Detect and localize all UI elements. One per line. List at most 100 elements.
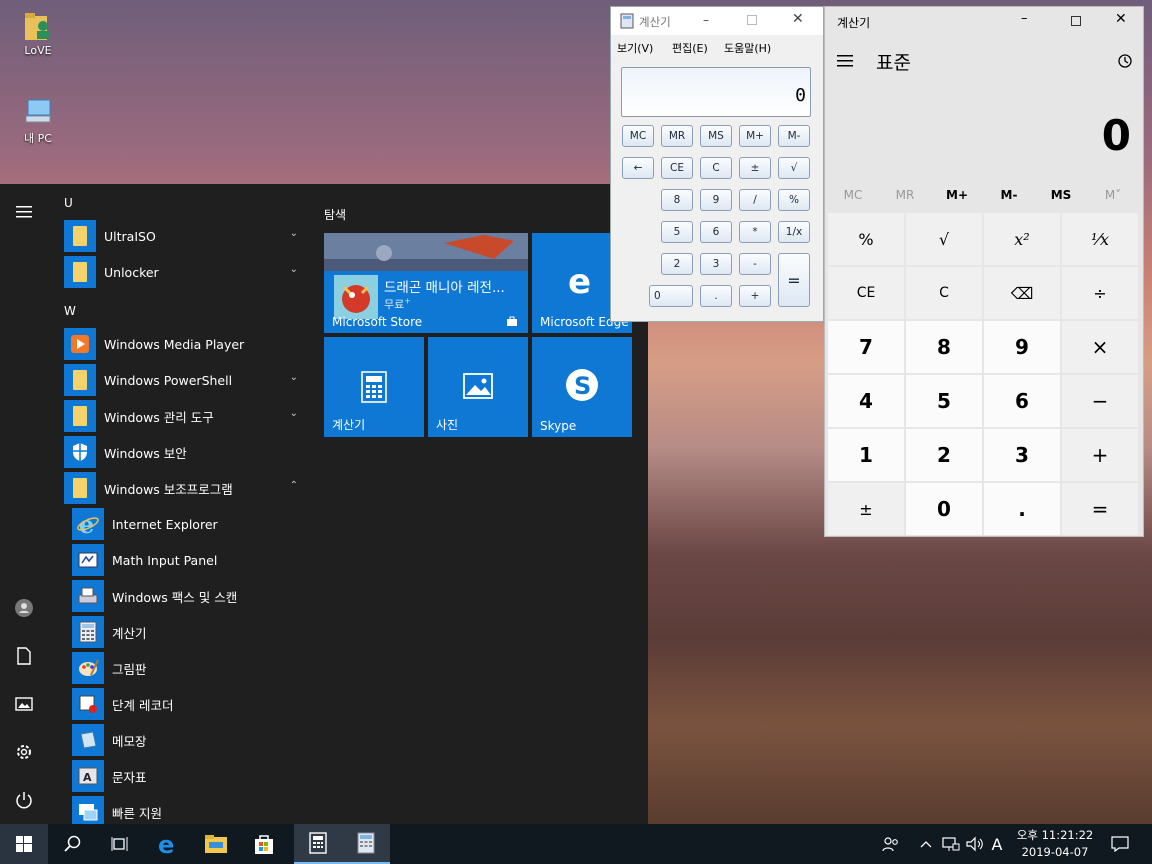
key-percent[interactable]: % [828, 213, 904, 265]
app-quick-assist[interactable]: 빠른 지원 [72, 794, 304, 824]
power-icon[interactable] [0, 780, 48, 820]
memory-list[interactable]: M˅ [1088, 188, 1138, 202]
app-windows-security[interactable]: Windows 보안 [64, 434, 304, 470]
taskbar-store[interactable] [240, 824, 288, 864]
key-0[interactable]: 0 [906, 483, 982, 535]
memory-add[interactable]: M+ [932, 188, 982, 202]
app-calculator[interactable]: 계산기 [72, 614, 304, 650]
tile-calculator[interactable]: 계산기 [324, 337, 424, 437]
key-m-plus[interactable]: M+ [739, 125, 771, 147]
maximize-button[interactable] [747, 15, 757, 25]
app-steps-recorder[interactable]: 단계 레코더 [72, 686, 304, 722]
key-c[interactable]: C [700, 157, 732, 179]
key-4[interactable]: 4 [828, 375, 904, 427]
classic-calculator-window[interactable]: 계산기 – ✕ 보기(V) 편집(E) 도움말(H) 0 MC MR MS M+… [610, 6, 824, 322]
pictures-icon[interactable] [0, 684, 48, 724]
key-clear[interactable]: C [906, 267, 982, 319]
app-windows-admin-tools[interactable]: Windows 관리 도구 ⌄ [64, 398, 304, 434]
key-3[interactable]: 3 [700, 253, 732, 275]
key-2[interactable]: 2 [906, 429, 982, 481]
memory-store[interactable]: MS [1036, 188, 1086, 202]
close-button[interactable]: ✕ [1115, 11, 1127, 27]
key-mr[interactable]: MR [661, 125, 693, 147]
memory-recall[interactable]: MR [880, 188, 930, 202]
memory-subtract[interactable]: M- [984, 188, 1034, 202]
key-0[interactable]: 0 [649, 285, 693, 307]
key-1[interactable]: 1 [828, 429, 904, 481]
key-reciprocal[interactable]: ¹⁄x [1062, 213, 1138, 265]
key-multiply[interactable]: × [1062, 321, 1138, 373]
key-m-minus[interactable]: M- [778, 125, 810, 147]
taskbar-calculator[interactable] [294, 824, 342, 864]
hamburger-icon[interactable] [837, 55, 853, 67]
app-windows-accessories[interactable]: Windows 보조프로그램 ⌃ [64, 470, 304, 506]
close-button[interactable]: ✕ [792, 11, 804, 27]
key-mc[interactable]: MC [622, 125, 654, 147]
key-decimal[interactable]: . [984, 483, 1060, 535]
maximize-button[interactable] [1071, 16, 1081, 26]
menu-view[interactable]: 보기(V) [617, 40, 653, 56]
show-hidden-icons-button[interactable] [916, 824, 936, 864]
key-square[interactable]: x² [984, 213, 1060, 265]
taskbar-edge[interactable]: e [144, 824, 192, 864]
network-button[interactable] [940, 824, 962, 864]
app-windows-powershell[interactable]: Windows PowerShell ⌄ [64, 362, 304, 398]
history-icon[interactable] [1117, 53, 1133, 69]
key-ce[interactable]: CE [661, 157, 693, 179]
documents-icon[interactable] [0, 636, 48, 676]
key-divide[interactable]: / [739, 189, 771, 211]
key-8[interactable]: 8 [906, 321, 982, 373]
key-8[interactable]: 8 [661, 189, 693, 211]
app-windows-media-player[interactable]: Windows Media Player [64, 326, 304, 362]
key-5[interactable]: 5 [661, 221, 693, 243]
app-unlocker[interactable]: Unlocker ⌄ [64, 254, 304, 290]
taskbar-file-explorer[interactable] [192, 824, 240, 864]
key-sqrt[interactable]: √ [906, 213, 982, 265]
key-7[interactable]: 7 [828, 321, 904, 373]
people-button[interactable] [878, 824, 904, 864]
tile-photos[interactable]: 사진 [428, 337, 528, 437]
task-view-button[interactable] [96, 824, 144, 864]
clock[interactable]: 오후 11:21:22 2019-04-07 [1008, 824, 1102, 864]
section-header-w[interactable]: W [64, 304, 76, 318]
menu-help[interactable]: 도움말(H) [724, 40, 771, 56]
user-account-icon[interactable] [0, 588, 48, 628]
key-backspace[interactable]: ← [622, 157, 654, 179]
key-clear-entry[interactable]: CE [828, 267, 904, 319]
minimize-button[interactable]: – [1021, 11, 1028, 26]
app-notepad[interactable]: 메모장 [72, 722, 304, 758]
minimize-button[interactable]: – [703, 13, 717, 27]
search-button[interactable] [48, 824, 96, 864]
app-fax-and-scan[interactable]: Windows 팩스 및 스캔 [72, 578, 304, 614]
app-internet-explorer[interactable]: e Internet Explorer [72, 506, 304, 542]
key-sqrt[interactable]: √ [778, 157, 810, 179]
key-multiply[interactable]: * [739, 221, 771, 243]
tile-microsoft-store[interactable]: 드래곤 매니아 레전... 무료+ Microsoft Store [324, 233, 528, 333]
key-subtract[interactable]: − [1062, 375, 1138, 427]
key-decimal[interactable]: . [700, 285, 732, 307]
key-add[interactable]: + [739, 285, 771, 307]
tiles-group-header[interactable]: 탐색 [324, 206, 346, 223]
app-character-map[interactable]: A 문자표 [72, 758, 304, 794]
hamburger-icon[interactable] [0, 192, 48, 232]
calculator-window[interactable]: 계산기 – ✕ 표준 0 MC MR M+ M- MS M˅ % √ x² ¹⁄… [824, 6, 1144, 537]
input-method-indicator[interactable]: A [986, 824, 1008, 864]
key-ms[interactable]: MS [700, 125, 732, 147]
key-subtract[interactable]: - [739, 253, 771, 275]
key-backspace[interactable]: ⌫ [984, 267, 1060, 319]
key-plus-minus[interactable]: ± [739, 157, 771, 179]
key-equals[interactable]: = [778, 253, 810, 307]
key-divide[interactable]: ÷ [1062, 267, 1138, 319]
key-reciprocal[interactable]: 1/x [778, 221, 810, 243]
key-6[interactable]: 6 [700, 221, 732, 243]
taskbar-classic-calculator[interactable] [342, 824, 390, 864]
key-9[interactable]: 9 [700, 189, 732, 211]
action-center-button[interactable] [1104, 824, 1136, 864]
volume-button[interactable] [964, 824, 986, 864]
key-3[interactable]: 3 [984, 429, 1060, 481]
app-math-input-panel[interactable]: Math Input Panel [72, 542, 304, 578]
menu-edit[interactable]: 편집(E) [672, 40, 708, 56]
key-negate[interactable]: ± [828, 483, 904, 535]
tile-skype[interactable]: S Skype [532, 337, 632, 437]
memory-clear[interactable]: MC [828, 188, 878, 202]
